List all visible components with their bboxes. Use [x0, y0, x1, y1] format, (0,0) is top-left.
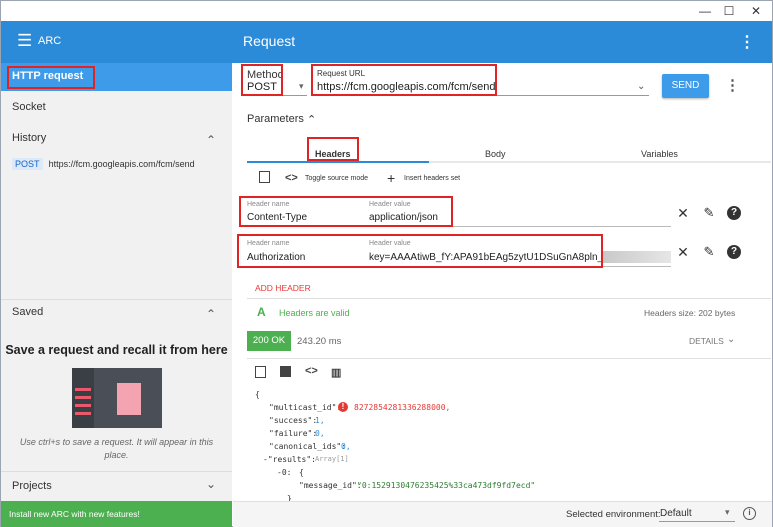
copy-icon[interactable]: [259, 171, 270, 183]
highlight-box: [307, 137, 359, 161]
highlight-box: [239, 196, 453, 227]
json-array-meta: Array[1]: [315, 455, 349, 463]
more-options-icon[interactable]: ⋮: [725, 76, 740, 94]
send-button[interactable]: SEND: [662, 74, 709, 98]
json-value: "0:1529130476235425%33ca473df9fd7ecd": [357, 481, 536, 490]
sidebar-item-projects[interactable]: Projects: [12, 480, 52, 492]
tab-indicator: [247, 161, 429, 163]
sidebar-item-label: HTTP request: [12, 70, 84, 82]
columns-icon[interactable]: ▥: [331, 366, 341, 379]
history-item[interactable]: POST https://fcm.googleapis.com/fcm/send: [12, 158, 232, 176]
save-illustration: [72, 368, 162, 428]
json-key: "message_id":: [299, 481, 362, 490]
app-bar: ☰ ARC Request ⋮: [1, 21, 772, 63]
title-bar: — ☐ ✕: [1, 1, 772, 21]
environment-underline: [659, 521, 735, 522]
json-open-brace: {: [299, 468, 304, 477]
chevron-down-icon[interactable]: ▾: [299, 81, 304, 92]
code-icon[interactable]: <>: [305, 365, 318, 377]
document-icon: [117, 383, 141, 415]
close-window-icon[interactable]: ✕: [742, 3, 770, 19]
remove-header-icon[interactable]: ✕: [674, 204, 692, 222]
json-key: "success":: [269, 416, 318, 425]
collapse-icon[interactable]: ⌃: [206, 133, 216, 147]
json-value: 0,: [315, 429, 325, 438]
json-key[interactable]: -0:: [277, 468, 291, 477]
divider: [1, 299, 232, 300]
json-value: 8272854281336288000,: [354, 403, 451, 412]
app-name: ARC: [38, 35, 62, 47]
save-file-icon[interactable]: [280, 366, 291, 377]
collapse-icon[interactable]: ⌃: [206, 307, 216, 321]
menu-icon[interactable]: ☰: [17, 31, 32, 51]
json-key: "canonical_ids":: [269, 442, 347, 451]
headers-valid-text: Headers are valid: [279, 308, 350, 318]
highlight-box: [241, 64, 283, 96]
divider: [247, 298, 771, 299]
divider: [247, 358, 771, 359]
save-hint: Use ctrl+s to save a request. It will ap…: [19, 437, 214, 460]
json-value: 0,: [341, 442, 351, 451]
illustration-line: [75, 404, 91, 407]
details-toggle[interactable]: DETAILS: [689, 336, 724, 346]
status-bar: Selected environment: Default ▾ i: [233, 501, 772, 527]
expand-icon[interactable]: ⌄: [206, 477, 216, 491]
method-badge: POST: [12, 158, 43, 170]
edit-icon[interactable]: ✎: [700, 243, 718, 261]
add-icon[interactable]: +: [387, 170, 395, 186]
sidebar-item-history[interactable]: History: [12, 132, 46, 144]
help-icon[interactable]: ?: [727, 245, 741, 259]
tab-variables[interactable]: Variables: [641, 149, 678, 159]
environment-select[interactable]: Default: [660, 508, 692, 519]
more-menu-icon[interactable]: ⋮: [739, 32, 755, 52]
copy-icon[interactable]: [255, 366, 266, 378]
redacted-value: [601, 251, 671, 263]
remove-header-icon[interactable]: ✕: [674, 243, 692, 261]
sidebar-item-socket[interactable]: Socket: [12, 101, 46, 113]
json-key: "multicast_id":: [269, 403, 342, 412]
edit-icon[interactable]: ✎: [700, 204, 718, 222]
page-title: Request: [243, 33, 296, 49]
illustration-line: [75, 396, 91, 399]
request-panel: Method POST ▾ Request URL https://fcm.go…: [233, 63, 772, 501]
json-key[interactable]: -"results":: [263, 455, 316, 464]
parameters-toggle[interactable]: Parameters: [247, 113, 304, 125]
spellcheck-icon: A: [257, 305, 266, 319]
json-open-brace: {: [255, 390, 260, 399]
new-features-text: Install new ARC with new features!: [9, 509, 140, 519]
highlight-box: [237, 234, 603, 268]
divider: [1, 471, 232, 472]
json-key: "failure":: [269, 429, 318, 438]
json-value: 1,: [315, 416, 325, 425]
info-icon[interactable]: i: [743, 507, 756, 520]
status-badge: 200 OK: [247, 331, 291, 351]
headers-size-text: Headers size: 202 bytes: [644, 308, 736, 318]
chevron-down-icon[interactable]: ▾: [725, 507, 730, 518]
add-header-button[interactable]: ADD HEADER: [255, 283, 311, 293]
help-icon[interactable]: ?: [727, 206, 741, 220]
chevron-down-icon[interactable]: ⌄: [637, 81, 645, 92]
collapse-icon[interactable]: ⌃: [307, 113, 316, 126]
illustration-line: [75, 412, 91, 415]
app-window: — ☐ ✕ ☰ ARC Request ⋮ HTTP request Socke…: [0, 0, 773, 527]
toggle-source-button[interactable]: Toggle source mode: [305, 175, 368, 182]
sidebar: HTTP request Socket History ⌃ POST https…: [1, 63, 232, 501]
new-features-banner[interactable]: Install new ARC with new features!: [1, 501, 232, 527]
save-title: Save a request and recall it from here: [5, 343, 228, 357]
sidebar-item-saved[interactable]: Saved: [12, 306, 43, 318]
tab-body[interactable]: Body: [485, 149, 506, 159]
chevron-down-icon[interactable]: ⌄: [727, 334, 735, 345]
warning-icon: !: [338, 402, 348, 412]
highlight-box: [311, 64, 497, 96]
json-close-brace: }: [287, 494, 292, 501]
code-icon[interactable]: <>: [285, 172, 298, 184]
response-time: 243.20 ms: [297, 336, 342, 347]
insert-headers-set-button[interactable]: Insert headers set: [404, 175, 460, 182]
illustration-line: [75, 388, 91, 391]
maximize-icon[interactable]: ☐: [715, 3, 743, 19]
history-url: https://fcm.googleapis.com/fcm/send: [48, 159, 195, 169]
environment-label: Selected environment:: [566, 509, 661, 520]
